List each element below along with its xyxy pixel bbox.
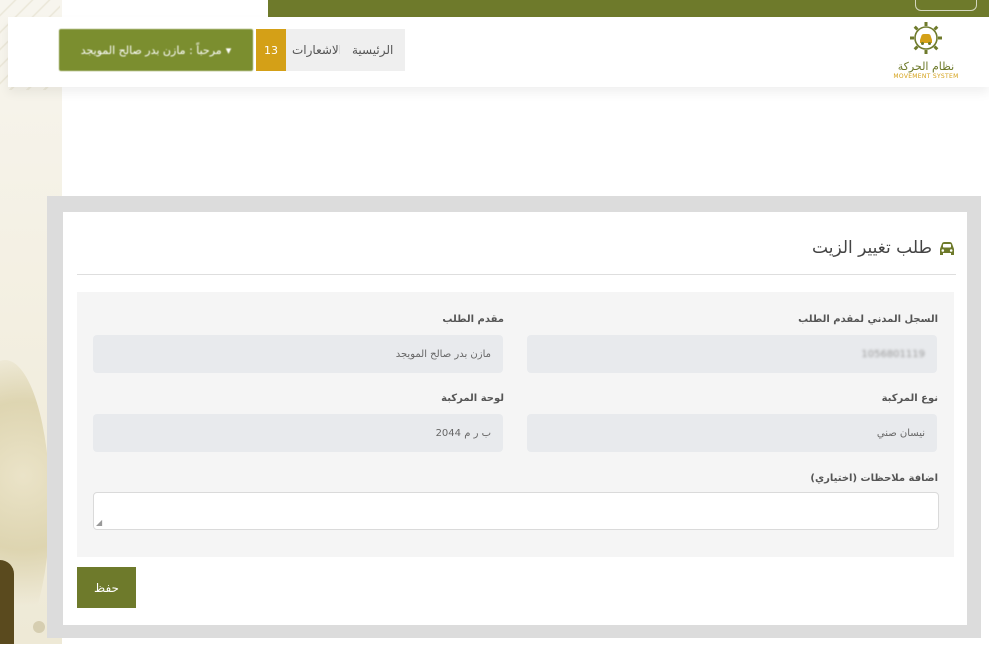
title-divider	[77, 274, 956, 275]
notes-label: اضافة ملاحظات (اختياري)	[810, 473, 938, 484]
form-fields-area: السجل المدني لمقدم الطلب 1056801119 مقدم…	[77, 292, 954, 557]
gear-car-icon	[906, 20, 946, 60]
applicant-field[interactable]: مازن بدر صالح المويجد	[93, 335, 503, 373]
notifications-link[interactable]: 13 الاشعارات	[256, 29, 349, 71]
car-icon	[938, 241, 956, 255]
page-title: طلب تغيير الزيت	[812, 238, 956, 258]
logo-name-ar: نظام الحركة	[897, 60, 955, 73]
save-button[interactable]: حفظ	[77, 567, 136, 608]
page-title-text: طلب تغيير الزيت	[812, 238, 932, 258]
vehicle-plate-label: لوحة المركبة	[441, 393, 504, 404]
vehicle-type-label: نوع المركبة	[881, 393, 938, 404]
user-menu-label: مرحباً : مازن بدر صالح المويجد	[80, 43, 222, 57]
chevron-down-icon: ▾	[225, 43, 232, 57]
vehicle-type-value: نيسان صني	[876, 427, 925, 439]
notifications-label: الاشعارات	[286, 29, 349, 71]
civil-id-field[interactable]: 1056801119	[527, 335, 937, 373]
logo-name-en: MOVEMENT SYSTEM	[893, 73, 959, 80]
civil-id-label: السجل المدني لمقدم الطلب	[798, 314, 938, 325]
vehicle-plate-value: ب ر م 2044	[435, 427, 491, 439]
decorative-dot	[33, 621, 45, 633]
notes-textarea[interactable]: ◢	[93, 492, 939, 530]
civil-id-value: 1056801119	[861, 348, 925, 360]
notifications-count-badge: 13	[256, 29, 286, 71]
applicant-label: مقدم الطلب	[442, 314, 504, 325]
top-bar	[268, 0, 989, 17]
decorative-shape-dark	[0, 560, 14, 644]
user-menu-button[interactable]: مرحباً : مازن بدر صالح المويجد ▾	[59, 29, 253, 71]
vehicle-type-field[interactable]: نيسان صني	[527, 414, 937, 452]
applicant-value: مازن بدر صالح المويجد	[395, 348, 491, 360]
top-bar-pill	[915, 0, 977, 11]
resize-handle-icon[interactable]: ◢	[96, 518, 102, 527]
home-link[interactable]: الرئيسية	[340, 29, 406, 71]
form-card: طلب تغيير الزيت السجل المدني لمقدم الطلب…	[63, 212, 967, 625]
vehicle-plate-field[interactable]: ب ر م 2044	[93, 414, 503, 452]
form-panel-frame: طلب تغيير الزيت السجل المدني لمقدم الطلب…	[47, 196, 981, 638]
logo[interactable]: نظام الحركة MOVEMENT SYSTEM	[883, 20, 969, 84]
header: مرحباً : مازن بدر صالح المويجد ▾ 13 الاش…	[8, 17, 989, 87]
